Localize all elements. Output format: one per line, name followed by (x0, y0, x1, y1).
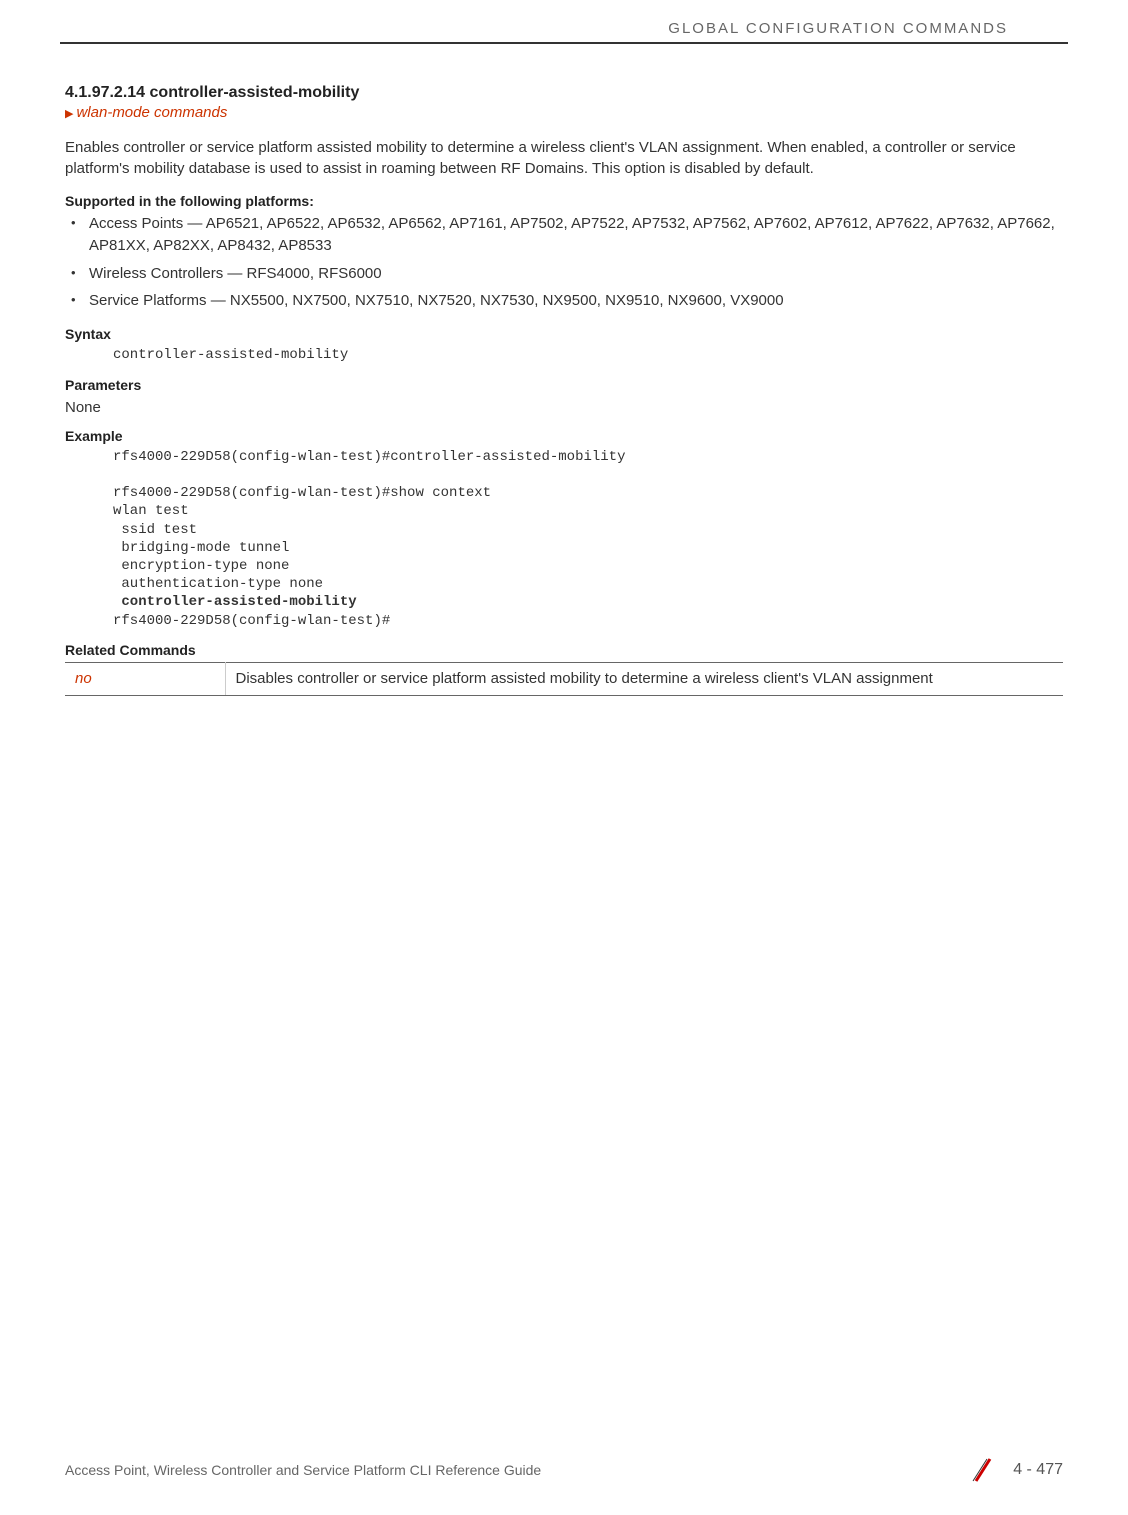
related-heading: Related Commands (65, 642, 1063, 658)
breadcrumb-text: wlan-mode commands (76, 104, 227, 121)
header-category: GLOBAL CONFIGURATION COMMANDS (668, 20, 1008, 37)
list-item: Wireless Controllers — RFS4000, RFS6000 (89, 263, 1063, 285)
section-number: 4.1.97.2.14 (65, 84, 145, 101)
section-name: controller-assisted-mobility (150, 84, 360, 101)
example-heading: Example (65, 428, 1063, 444)
example-section: Example rfs4000-229D58(config-wlan-test)… (65, 428, 1063, 630)
slash-icon (968, 1455, 998, 1485)
code-line: authentication-type none (113, 576, 323, 592)
platforms-heading: Supported in the following platforms: (65, 193, 1063, 209)
breadcrumb[interactable]: ▶wlan-mode commands (65, 104, 1063, 121)
page-content: 4.1.97.2.14 controller-assisted-mobility… (0, 44, 1128, 696)
code-line: bridging-mode tunnel (113, 540, 289, 556)
list-item: Service Platforms — NX5500, NX7500, NX75… (89, 290, 1063, 312)
related-commands-table: no Disables controller or service platfo… (65, 662, 1063, 696)
code-line-bold: controller-assisted-mobility (113, 594, 357, 610)
section-title: 4.1.97.2.14 controller-assisted-mobility (65, 84, 1063, 102)
parameters-heading: Parameters (65, 377, 1063, 393)
code-line: rfs4000-229D58(config-wlan-test)# (113, 613, 390, 629)
code-line: ssid test (113, 522, 197, 538)
platforms-list: Access Points — AP6521, AP6522, AP6532, … (65, 213, 1063, 312)
syntax-section: Syntax controller-assisted-mobility (65, 326, 1063, 365)
code-line: encryption-type none (113, 558, 289, 574)
page-footer: Access Point, Wireless Controller and Se… (65, 1455, 1063, 1485)
page-header: GLOBAL CONFIGURATION COMMANDS (60, 0, 1068, 44)
code-line: rfs4000-229D58(config-wlan-test)#show co… (113, 485, 491, 501)
table-row: no Disables controller or service platfo… (65, 662, 1063, 695)
list-item: Access Points — AP6521, AP6522, AP6532, … (89, 213, 1063, 257)
related-command-description: Disables controller or service platform … (225, 662, 1063, 695)
code-line: rfs4000-229D58(config-wlan-test)#control… (113, 449, 625, 465)
syntax-code: controller-assisted-mobility (65, 346, 1063, 365)
platforms-section: Supported in the following platforms: Ac… (65, 193, 1063, 312)
footer-doc-title: Access Point, Wireless Controller and Se… (65, 1462, 968, 1478)
page-number: 4 - 477 (1013, 1461, 1063, 1479)
parameters-value: None (65, 399, 1063, 416)
syntax-heading: Syntax (65, 326, 1063, 342)
example-code: rfs4000-229D58(config-wlan-test)# control… (65, 448, 1063, 630)
related-commands-section: Related Commands no Disables controller … (65, 642, 1063, 696)
parameters-section: Parameters None (65, 377, 1063, 416)
code-line: wlan test (113, 503, 189, 519)
related-command-name[interactable]: no (65, 662, 225, 695)
footer-right: 4 - 477 (968, 1455, 1063, 1485)
description-paragraph: Enables controller or service platform a… (65, 137, 1063, 179)
arrow-right-icon: ▶ (65, 108, 73, 120)
